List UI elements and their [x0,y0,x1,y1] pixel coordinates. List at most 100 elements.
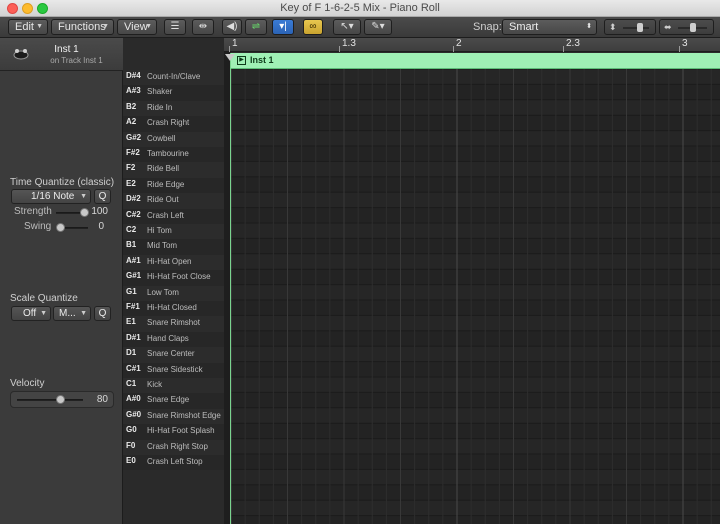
drum-key-row[interactable]: B2 Ride In [123,100,224,117]
drum-key-row[interactable]: D1 Snare Center [123,347,224,363]
note-name: G1 [126,286,137,296]
right-tool-menu[interactable]: ✎▾ [364,19,392,35]
snap-label: Snap: [473,21,502,33]
scale-type-select[interactable]: M... ▼ [53,306,91,321]
zoom-knob[interactable] [690,23,696,32]
drum-key-row[interactable]: A#1 Hi-Hat Open [123,254,224,271]
grid-row [231,346,720,362]
swing-knob[interactable] [56,223,65,232]
grid-row [231,392,720,408]
grid-row [231,207,720,223]
zoom-knob[interactable] [637,23,643,32]
grid-row [231,161,720,177]
grid-row [231,99,720,116]
drum-key-row[interactable]: F2 Ride Bell [123,162,224,178]
time-quantize-q-button[interactable]: Q [94,189,111,204]
drum-key-row[interactable]: A#0 Snare Edge [123,393,224,409]
drum-key-row[interactable]: G0 Hi-Hat Foot Splash [123,424,224,440]
snap-select[interactable]: Smart ⬍ [502,19,597,35]
note-name: D1 [126,348,137,358]
drum-key-row[interactable]: F0 Crash Right Stop [123,439,224,455]
velocity-control[interactable]: 80 [10,391,114,408]
scale-mode-select[interactable]: Off ▼ [11,306,51,321]
horizontal-zoom-slider[interactable]: ⬌ [659,19,714,35]
drum-key-row[interactable]: D#2 Ride Out [123,193,224,209]
drum-key-row[interactable]: G#0 Snare Rimshot Edge [123,408,224,425]
split-mode-button[interactable]: ⇹ [192,19,214,35]
grid-row [231,377,720,393]
drum-name: Mid Tom [147,241,178,251]
grid-row [231,69,720,85]
grid-row [231,284,720,300]
drum-name: Snare Sidestick [147,364,203,374]
ruler-tick [229,46,230,52]
drum-name: Hi-Hat Foot Close [147,272,211,282]
drum-key-row[interactable]: E0 Crash Left Stop [123,455,224,471]
drum-name: Crash Right Stop [147,441,208,451]
note-name: A#3 [126,86,141,96]
collapse-icon: ☰ [170,21,180,32]
drum-key-row[interactable]: C#1 Snare Sidestick [123,362,224,378]
bar-ruler[interactable]: 1 1.3 2 2.3 3 [224,38,720,52]
region-header[interactable]: ▶ Inst 1 [231,53,720,69]
drum-key-row[interactable]: C1 Kick [123,378,224,394]
grid-row [231,223,720,239]
drum-name: Ride Out [147,195,179,205]
grid-row [231,361,720,377]
note-name: G#0 [126,409,142,419]
drum-key-row[interactable]: E2 Ride Edge [123,177,224,194]
playhead-icon[interactable] [225,54,235,61]
left-tool-menu[interactable]: ↖▾ [333,19,361,35]
ruler-label: 3 [682,38,688,49]
edit-menu[interactable]: Edit ▼ [8,19,48,35]
zoom-track [623,27,649,29]
drum-key-row[interactable]: B1 Mid Tom [123,239,224,255]
drum-key-row[interactable]: A2 Crash Right [123,116,224,132]
grid-row [231,469,720,485]
link-button[interactable]: ∞ [303,19,323,35]
ruler-label: 2 [456,38,462,49]
scale-type-value: M... [59,308,76,319]
playhead[interactable] [230,53,231,524]
drum-key-row[interactable]: C#2 Crash Left [123,208,224,224]
drum-name: Kick [147,380,163,389]
drum-key-row[interactable]: G#2 Cowbell [123,131,224,147]
midi-in-button[interactable]: ◀) [222,19,242,35]
time-quantize-select[interactable]: 1/16 Note ▼ [11,189,91,204]
grid-row [231,176,720,193]
view-menu[interactable]: View ▼ [117,19,157,35]
region-icon [13,49,29,60]
drum-key-row[interactable]: D#1 Hand Claps [123,331,224,348]
ruler-label: 1.3 [342,38,356,49]
piano-roll-grid[interactable] [231,69,720,524]
drum-key-row[interactable]: F#1 Hi-Hat Closed [123,301,224,317]
strength-label: Strength [14,206,52,217]
time-quantize-title: Time Quantize (classic) [10,177,115,188]
grid-row [231,515,720,524]
note-name: A#0 [126,394,141,404]
drum-key-row[interactable]: F#2 Tambourine [123,147,224,163]
note-name: A#1 [126,255,141,265]
catch-button[interactable]: ▾| [272,19,294,35]
velocity-slider[interactable] [17,399,83,401]
grid-row [231,407,720,424]
drum-name: Cowbell [147,133,176,143]
drum-key-row[interactable]: G1 Low Tom [123,285,224,301]
drum-key-row[interactable]: C2 Hi Tom [123,224,224,240]
drum-key-row[interactable]: A#3 Shaker [123,85,224,101]
drum-key-row[interactable]: E1 Snare Rimshot [123,316,224,332]
velocity-knob[interactable] [56,395,65,404]
grid-row [231,500,720,516]
vertical-zoom-slider[interactable]: ⬍ [604,19,656,35]
pointer-icon: ↖▾ [340,21,354,32]
collapse-mode-button[interactable]: ☰ [164,19,186,35]
note-name: C#2 [126,209,141,219]
chevron-down-icon: ▼ [80,310,87,317]
note-name: B1 [126,240,137,250]
drum-key-row[interactable]: D#4 Count-In/Clave [123,70,224,86]
horizontal-zoom-icon: ⬌ [664,22,672,32]
drum-key-row[interactable]: G#1 Hi-Hat Foot Close [123,270,224,286]
functions-menu[interactable]: Functions ▼ [51,19,114,35]
midi-out-button[interactable]: ⇌ [245,19,267,35]
scale-quantize-q-button[interactable]: Q [94,306,111,321]
